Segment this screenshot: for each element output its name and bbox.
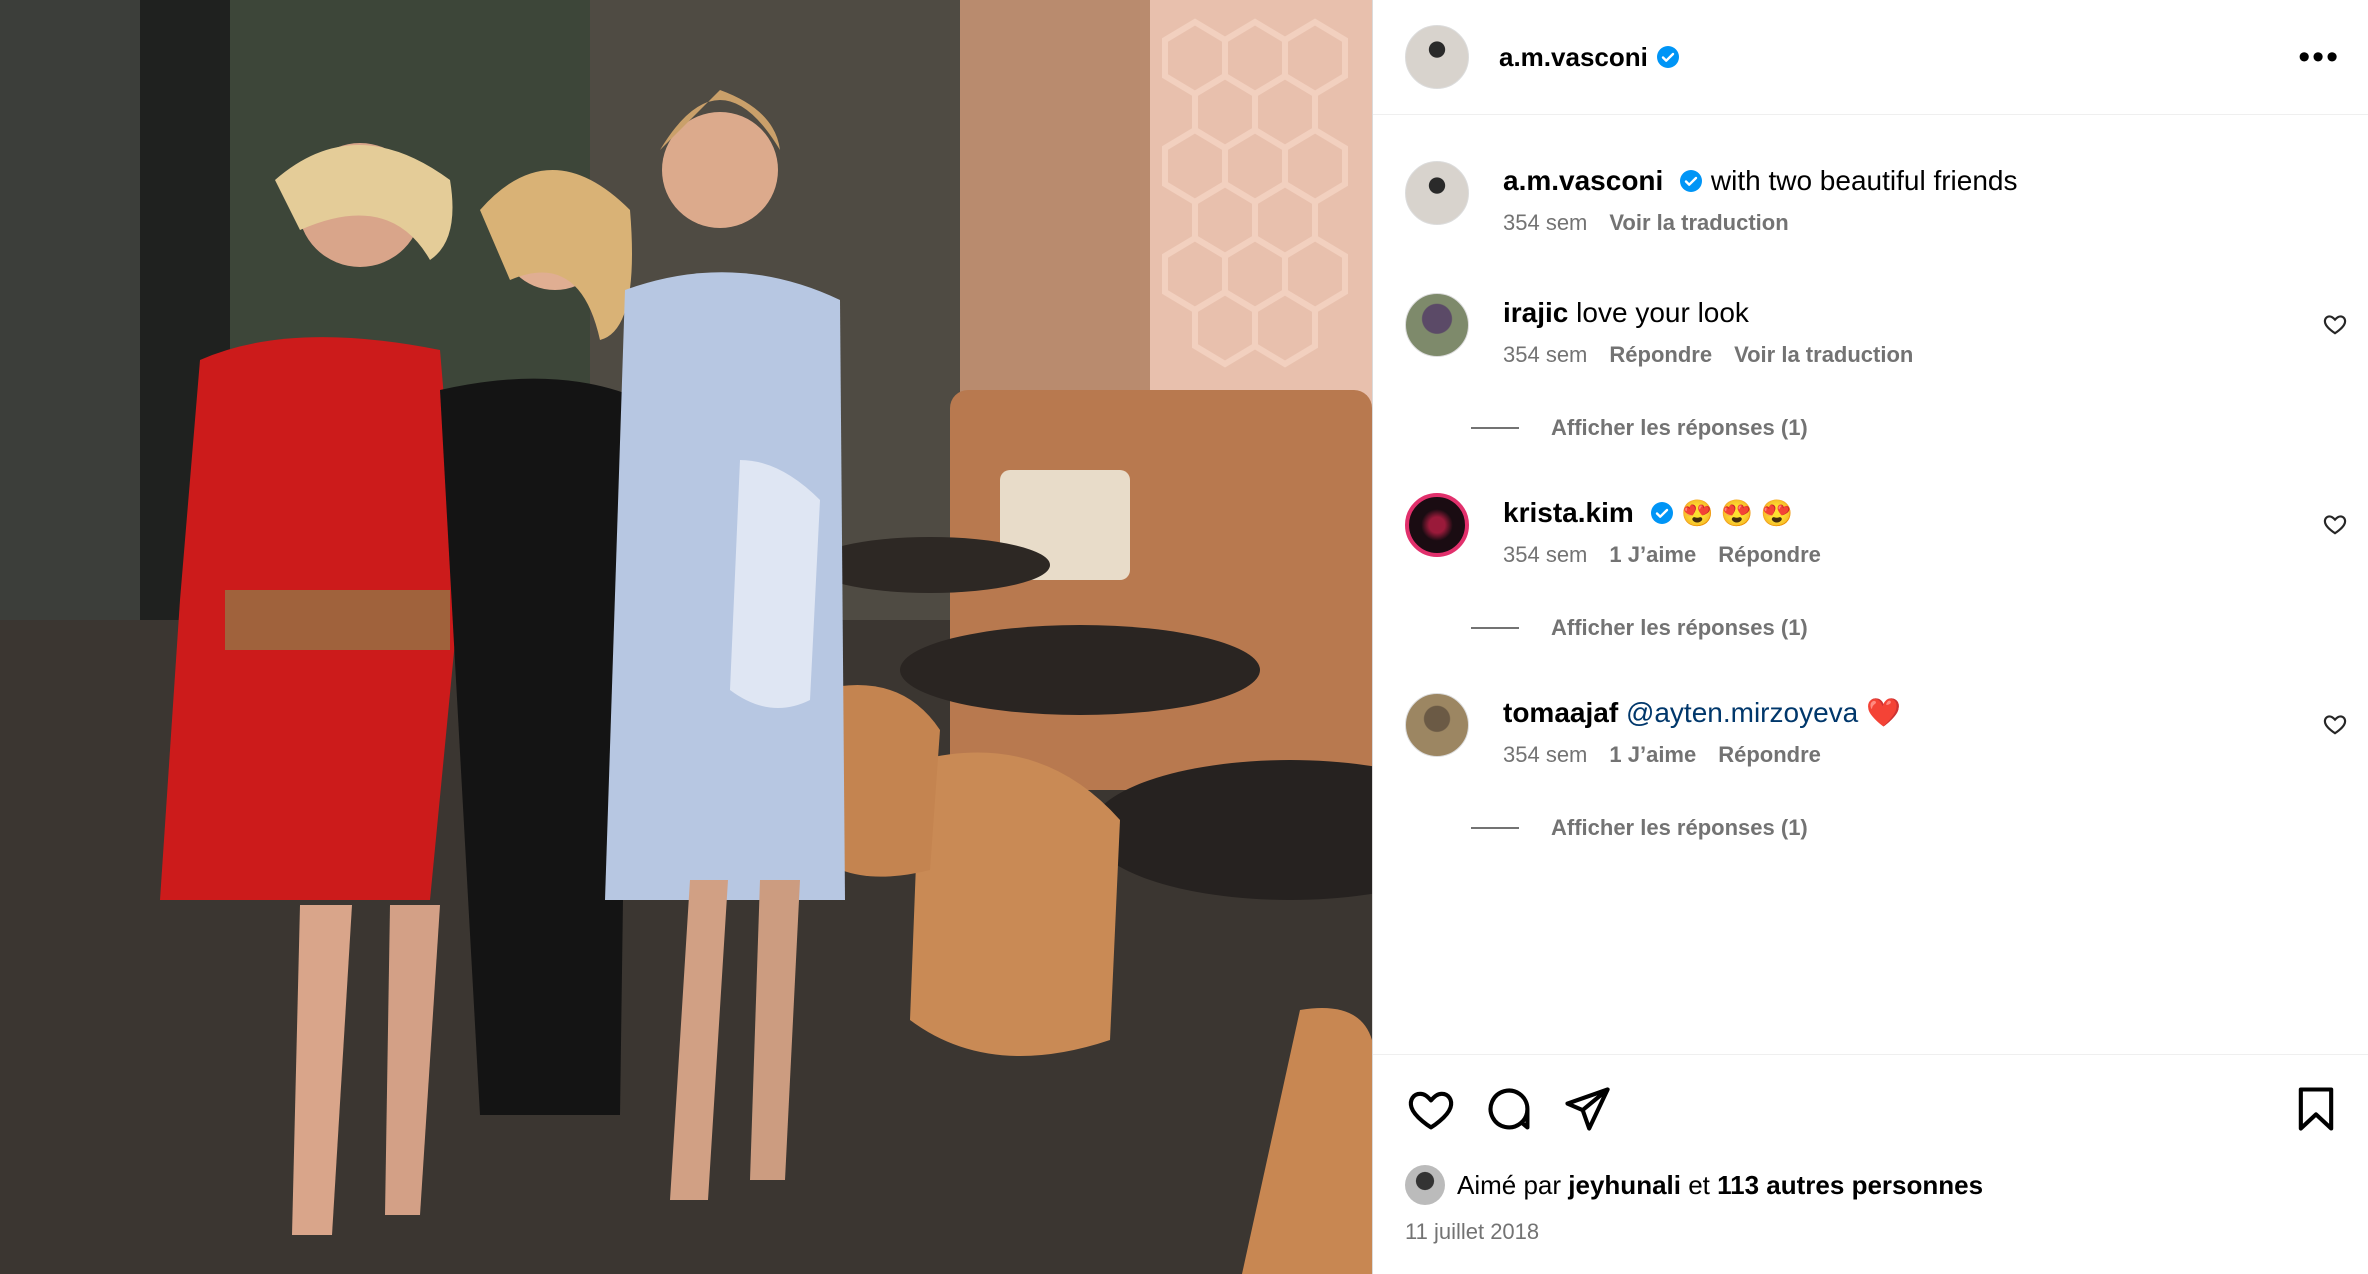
author-username[interactable]: a.m.vasconi xyxy=(1499,42,1648,73)
replies-divider xyxy=(1471,827,1519,829)
comment-likes-count[interactable]: 1 J’aime xyxy=(1609,539,1696,571)
comment-like-heart-icon[interactable] xyxy=(2322,311,2348,337)
share-icon[interactable] xyxy=(1561,1083,1613,1135)
post-header: a.m.vasconi ••• xyxy=(1373,0,2368,115)
reply-button[interactable]: Répondre xyxy=(1718,539,1821,571)
show-replies-label: Afficher les réponses (1) xyxy=(1551,815,1808,840)
likes-summary: Aimé par jeyhunali et 113 autres personn… xyxy=(1405,1165,1983,1205)
comment-mention-link[interactable]: @ayten.mirzoyeva xyxy=(1626,697,1858,728)
replies-divider xyxy=(1471,427,1519,429)
post-side-panel: a.m.vasconi ••• a.m.vasconi with two bea… xyxy=(1372,0,2368,1274)
comment-text: ❤️ xyxy=(1866,697,1901,728)
post-actions-footer: Aimé par jeyhunali et 113 autres personn… xyxy=(1373,1054,2368,1274)
comment-body: krista.kim 😍 😍 😍 354 sem 1 J’aime Répond… xyxy=(1503,493,2288,571)
caption-body: a.m.vasconi with two beautiful friends 3… xyxy=(1503,161,2288,239)
commenter-avatar[interactable] xyxy=(1405,693,1469,757)
show-replies-label: Afficher les réponses (1) xyxy=(1551,615,1808,640)
comment-text: love your look xyxy=(1576,297,1749,328)
caption-avatar[interactable] xyxy=(1405,161,1469,225)
verified-badge-icon xyxy=(1656,46,1679,68)
see-translation-button[interactable]: Voir la traduction xyxy=(1609,207,1788,239)
heart-icon[interactable] xyxy=(1405,1083,1457,1135)
comment-icon[interactable] xyxy=(1483,1083,1535,1135)
show-replies-button[interactable]: Afficher les réponses (1) xyxy=(1471,415,1808,441)
reply-button[interactable]: Répondre xyxy=(1609,339,1712,371)
comment-like-heart-icon[interactable] xyxy=(2322,711,2348,737)
liked-by-others[interactable]: 113 autres personnes xyxy=(1717,1170,1983,1201)
liked-by-prefix: Aimé par xyxy=(1457,1169,1562,1200)
liked-by-and: et xyxy=(1688,1169,1710,1200)
commenter-avatar[interactable] xyxy=(1405,293,1469,357)
comment-likes-count[interactable]: 1 J’aime xyxy=(1609,739,1696,771)
comment-text: 😍 😍 😍 xyxy=(1681,498,1793,528)
comment-username[interactable]: tomaajaf xyxy=(1503,697,1618,728)
comment-time: 354 sem xyxy=(1503,542,1588,567)
replies-divider xyxy=(1471,627,1519,629)
caption-time: 354 sem xyxy=(1503,210,1588,235)
show-replies-button[interactable]: Afficher les réponses (1) xyxy=(1471,615,1808,641)
comment-username[interactable]: krista.kim xyxy=(1503,497,1634,528)
commenter-avatar[interactable] xyxy=(1405,493,1469,557)
see-translation-button[interactable]: Voir la traduction xyxy=(1734,339,1913,371)
comment-username[interactable]: irajic xyxy=(1503,297,1568,328)
comment-body: tomaajaf @ayten.mirzoyeva ❤️ 354 sem 1 J… xyxy=(1503,693,2288,771)
post-date[interactable]: 11 juillet 2018 xyxy=(1405,1219,1539,1245)
author-avatar[interactable] xyxy=(1405,25,1469,89)
caption-username[interactable]: a.m.vasconi xyxy=(1503,165,1663,196)
more-options-button[interactable]: ••• xyxy=(2298,40,2340,74)
action-icons-row xyxy=(1405,1083,2342,1139)
comment-time: 354 sem xyxy=(1503,742,1588,767)
comment-body: irajic love your look 354 sem Répondre V… xyxy=(1503,293,2288,371)
verified-badge-icon xyxy=(1680,170,1703,192)
verified-badge-icon xyxy=(1650,502,1673,524)
comment-time: 354 sem xyxy=(1503,342,1588,367)
comment-like-heart-icon[interactable] xyxy=(2322,511,2348,537)
post-photo[interactable] xyxy=(0,0,1372,1274)
photo-illustration xyxy=(0,0,1372,1274)
comments-list: a.m.vasconi with two beautiful friends 3… xyxy=(1373,115,2368,1054)
show-replies-button[interactable]: Afficher les réponses (1) xyxy=(1471,815,1808,841)
caption-text: with two beautiful friends xyxy=(1710,165,2018,196)
reply-button[interactable]: Répondre xyxy=(1718,739,1821,771)
instagram-post: a.m.vasconi ••• a.m.vasconi with two bea… xyxy=(0,0,2368,1274)
liker-avatar[interactable] xyxy=(1405,1165,1445,1205)
show-replies-label: Afficher les réponses (1) xyxy=(1551,415,1808,440)
liked-by-user[interactable]: jeyhunali xyxy=(1568,1170,1681,1201)
bookmark-icon[interactable] xyxy=(2290,1083,2342,1135)
